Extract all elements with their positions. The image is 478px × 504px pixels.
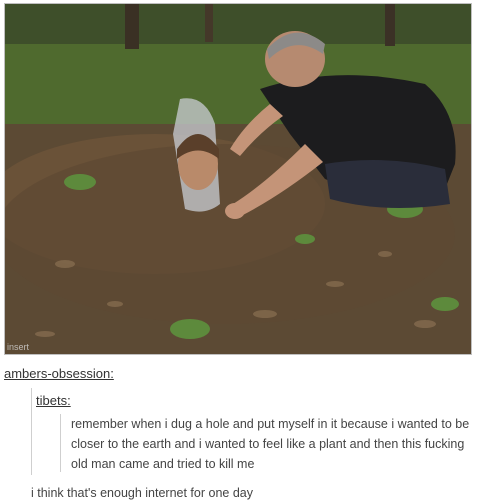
- reblog-quote-text: remember when i dug a hole and put mysel…: [71, 417, 470, 471]
- photo-illustration: [5, 4, 471, 354]
- post-photo[interactable]: insert: [4, 3, 472, 355]
- photo-watermark: insert: [7, 342, 30, 352]
- poster-username-link[interactable]: ambers-obsession:: [4, 366, 114, 381]
- reblog-block: tibets: remember when i dug a hole and p…: [31, 388, 471, 475]
- reblog-username-link[interactable]: tibets:: [36, 393, 71, 408]
- post-caption: i think that's enough internet for one d…: [31, 486, 253, 500]
- reblog-quote: remember when i dug a hole and put mysel…: [60, 414, 470, 472]
